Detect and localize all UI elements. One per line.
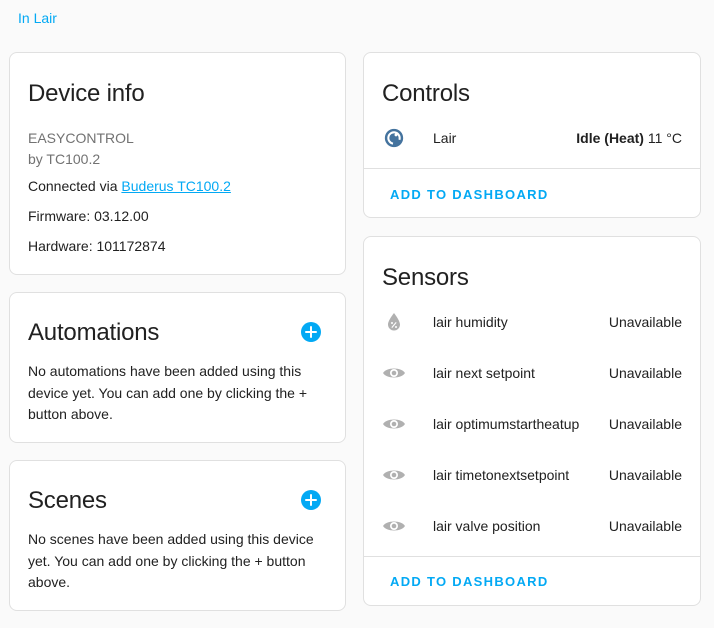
divider (364, 168, 700, 169)
scenes-title: Scenes (28, 487, 107, 514)
area-link[interactable]: In Lair (18, 10, 57, 26)
sensor-name: lair humidity (433, 314, 508, 330)
connected-via: Connected via Buderus TC100.2 (28, 178, 231, 194)
device-manufacturer: by TC100.2 (28, 151, 101, 167)
entity-state: Idle (Heat) 11 °C (576, 130, 682, 146)
sensor-row[interactable]: lair valve position Unavailable (382, 514, 682, 538)
device-model-name: EASYCONTROL (28, 130, 134, 146)
eye-icon (382, 412, 406, 436)
add-automation-button[interactable] (301, 322, 321, 342)
device-info-title: Device info (28, 80, 145, 107)
sensor-state: Unavailable (608, 518, 682, 534)
device-model: EASYCONTROL by TC100.2 (28, 128, 134, 170)
connected-via-link[interactable]: Buderus TC100.2 (121, 178, 230, 194)
hardware-version: Hardware: 101172874 (28, 238, 166, 254)
sensor-row[interactable]: lair timetonextsetpoint Unavailable (382, 463, 682, 487)
sensor-row[interactable]: lair next setpoint Unavailable (382, 361, 682, 385)
eye-icon (382, 361, 406, 385)
entity-row-lair[interactable]: Lair Idle (Heat) 11 °C (382, 126, 682, 150)
sensors-card: Sensors lair humidity Unavailable lair n… (363, 236, 701, 606)
sensor-row[interactable]: lair humidity Unavailable (382, 310, 682, 334)
automations-empty-text: No automations have been added using thi… (28, 363, 308, 422)
device-info-card: Device info EASYCONTROL by TC100.2 Conne… (9, 52, 346, 275)
sensor-state: Unavailable (608, 314, 682, 330)
sensor-state: Unavailable (608, 416, 682, 432)
connected-via-label: Connected via (28, 178, 122, 194)
scenes-empty-text: No scenes have been added using this dev… (28, 531, 314, 590)
divider (364, 556, 700, 557)
controls-add-to-dashboard-button[interactable]: ADD TO DASHBOARD (390, 187, 549, 202)
entity-name: Lair (433, 130, 457, 146)
controls-card: Controls Lair Idle (Heat) 11 °C ADD TO D… (363, 52, 701, 218)
sensor-state: Unavailable (608, 365, 682, 381)
sensor-name: lair valve position (433, 518, 541, 534)
hvac-action: Idle (Heat) (576, 130, 644, 146)
sensors-add-to-dashboard-button[interactable]: ADD TO DASHBOARD (390, 574, 549, 589)
sensor-name: lair timetonextsetpoint (433, 467, 570, 483)
plus-icon (305, 494, 317, 506)
thermostat-icon (382, 126, 406, 150)
sensor-row[interactable]: lair optimumstartheatup Unavailable (382, 412, 682, 436)
automations-card: Automations No automations have been add… (9, 292, 346, 443)
automations-title: Automations (28, 319, 160, 346)
eye-icon (382, 463, 406, 487)
add-scene-button[interactable] (301, 490, 321, 510)
sensors-title: Sensors (382, 264, 469, 291)
scenes-card: Scenes No scenes have been added using t… (9, 460, 346, 611)
eye-icon (382, 514, 406, 538)
sensor-state: Unavailable (608, 467, 682, 483)
current-temperature: 11 °C (643, 130, 682, 146)
sensor-name: lair optimumstartheatup (433, 416, 580, 432)
firmware-version: Firmware: 03.12.00 (28, 208, 149, 224)
plus-icon (305, 326, 317, 338)
water-percent-icon (382, 310, 406, 334)
controls-title: Controls (382, 80, 470, 107)
sensor-name: lair next setpoint (433, 365, 535, 381)
